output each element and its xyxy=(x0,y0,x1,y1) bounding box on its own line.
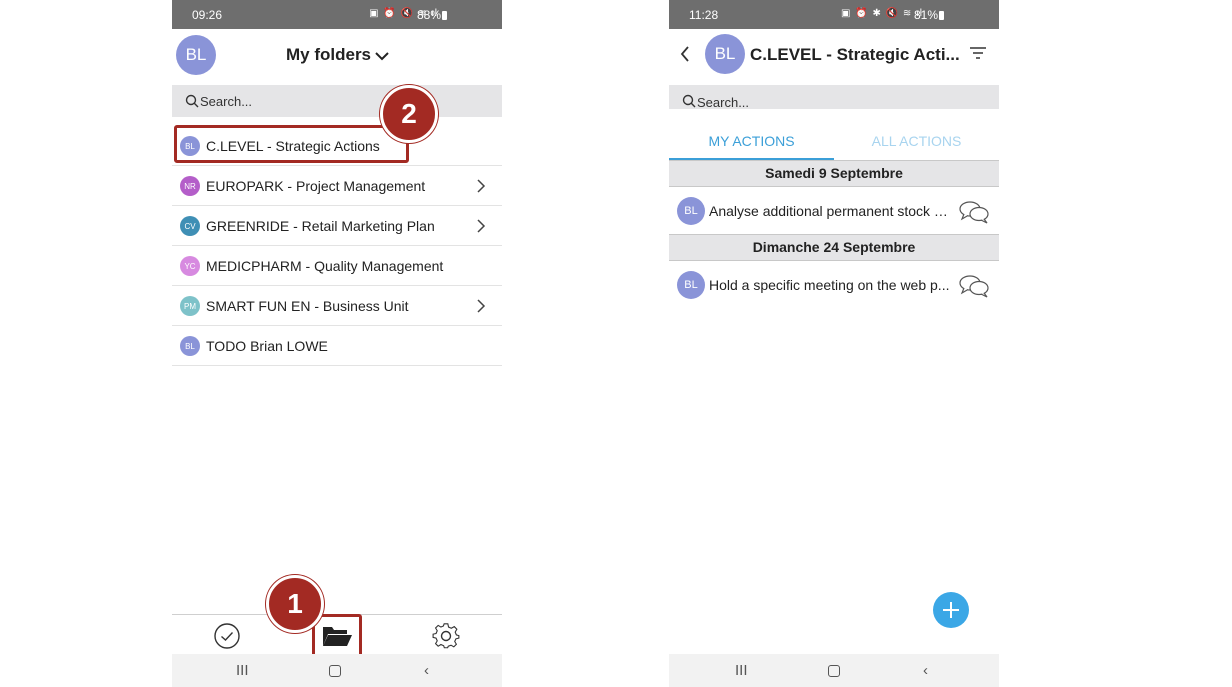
status-bar: 09:26 ▣ ⏰ 🔇 ≋ ıl 88% xyxy=(172,0,502,29)
folder-row[interactable]: BL TODO Brian LOWE xyxy=(172,326,502,366)
action-label: Hold a specific meeting on the web p... xyxy=(709,277,950,293)
folder-tab-highlight-box xyxy=(312,614,362,657)
chevron-down-icon xyxy=(375,52,389,61)
back-icon[interactable]: ‹ xyxy=(424,662,429,679)
chevron-right-icon[interactable] xyxy=(476,178,486,194)
battery-level-text: 81% xyxy=(914,8,939,22)
folder-highlight-box xyxy=(174,125,409,163)
system-navigation-bar: III ‹ xyxy=(172,654,502,687)
action-row[interactable]: BL Hold a specific meeting on the web p.… xyxy=(669,262,999,308)
action-label: Analyse additional permanent stock a... xyxy=(709,203,953,219)
comments-icon[interactable] xyxy=(959,274,989,298)
callout-badge-2: 2 xyxy=(380,85,438,143)
page-title: C.LEVEL - Strategic Acti... xyxy=(750,45,960,64)
folder-row[interactable]: PM SMART FUN EN - Business Unit xyxy=(172,286,502,326)
folder-label: EUROPARK - Project Management xyxy=(206,178,426,194)
action-row[interactable]: BL Analyse additional permanent stock a.… xyxy=(669,188,999,234)
plus-icon xyxy=(943,602,959,618)
search-input[interactable] xyxy=(200,91,490,111)
gear-icon[interactable] xyxy=(432,622,460,650)
callout-badge-1: 1 xyxy=(266,575,324,633)
recent-apps-icon[interactable]: III xyxy=(735,662,748,679)
status-bar: 11:28 ▣ ⏰ ✱ 🔇 ≋ ıl xyxy=(669,0,999,29)
filter-icon[interactable] xyxy=(969,46,987,60)
folder-avatar: PM xyxy=(180,296,200,316)
action-tabs: MY ACTIONS ALL ACTIONS xyxy=(669,122,999,160)
search-icon xyxy=(185,94,199,108)
chevron-right-icon[interactable] xyxy=(476,298,486,314)
page-title: My folders xyxy=(286,45,372,64)
status-icons: ▣ ⏰ ✱ 🔇 ≋ ıl xyxy=(841,8,923,19)
my-folders-screen: 09:26 ▣ ⏰ 🔇 ≋ ıl 88% 88% BL My folders B… xyxy=(172,0,502,687)
comments-icon[interactable] xyxy=(959,200,989,224)
folder-avatar: CV xyxy=(180,216,200,236)
add-action-button[interactable] xyxy=(933,592,969,628)
assignee-avatar: BL xyxy=(677,197,705,225)
date-group-header: Dimanche 24 Septembre xyxy=(669,234,999,261)
battery-level-text: 88% xyxy=(417,8,442,22)
user-avatar[interactable]: BL xyxy=(176,35,216,75)
back-arrow-icon[interactable] xyxy=(679,45,691,63)
status-time: 09:26 xyxy=(192,8,223,22)
folder-label: MEDICPHARM - Quality Management xyxy=(206,258,444,274)
chevron-right-icon[interactable] xyxy=(476,218,486,234)
folder-avatar: YC xyxy=(180,256,200,276)
folder-avatar: BL xyxy=(705,34,745,74)
folder-row[interactable]: NR EUROPARK - Project Management xyxy=(172,166,502,206)
status-time: 11:28 xyxy=(689,8,719,22)
tab-all-actions[interactable]: ALL ACTIONS xyxy=(834,122,999,160)
folder-actions-screen: 11:28 ▣ ⏰ ✱ 🔇 ≋ ıl 81% BL C.LEVEL - Stra… xyxy=(669,0,999,687)
folder-avatar: BL xyxy=(180,336,200,356)
system-navigation-bar: III ‹ xyxy=(669,654,999,687)
battery-icon xyxy=(442,11,447,20)
home-icon[interactable] xyxy=(329,665,341,677)
folder-label: SMART FUN EN - Business Unit xyxy=(206,298,409,314)
folder-row[interactable]: YC MEDICPHARM - Quality Management xyxy=(172,246,502,286)
tab-my-actions[interactable]: MY ACTIONS xyxy=(669,122,834,160)
search-input[interactable] xyxy=(697,92,987,109)
assignee-avatar: BL xyxy=(677,271,705,299)
folder-label: GREENRIDE - Retail Marketing Plan xyxy=(206,218,435,234)
folder-row[interactable]: CV GREENRIDE - Retail Marketing Plan xyxy=(172,206,502,246)
folder-avatar: NR xyxy=(180,176,200,196)
search-icon xyxy=(682,94,696,108)
battery-icon xyxy=(939,11,944,20)
search-bar[interactable] xyxy=(172,85,502,117)
folder-label: TODO Brian LOWE xyxy=(206,338,328,354)
check-circle-icon[interactable] xyxy=(213,622,241,650)
date-group-header: Samedi 9 Septembre xyxy=(669,160,999,187)
home-icon[interactable] xyxy=(828,665,840,677)
back-icon[interactable]: ‹ xyxy=(923,662,928,679)
folders-dropdown[interactable]: My folders xyxy=(286,44,396,68)
search-bar[interactable] xyxy=(669,85,999,109)
recent-apps-icon[interactable]: III xyxy=(236,662,249,679)
